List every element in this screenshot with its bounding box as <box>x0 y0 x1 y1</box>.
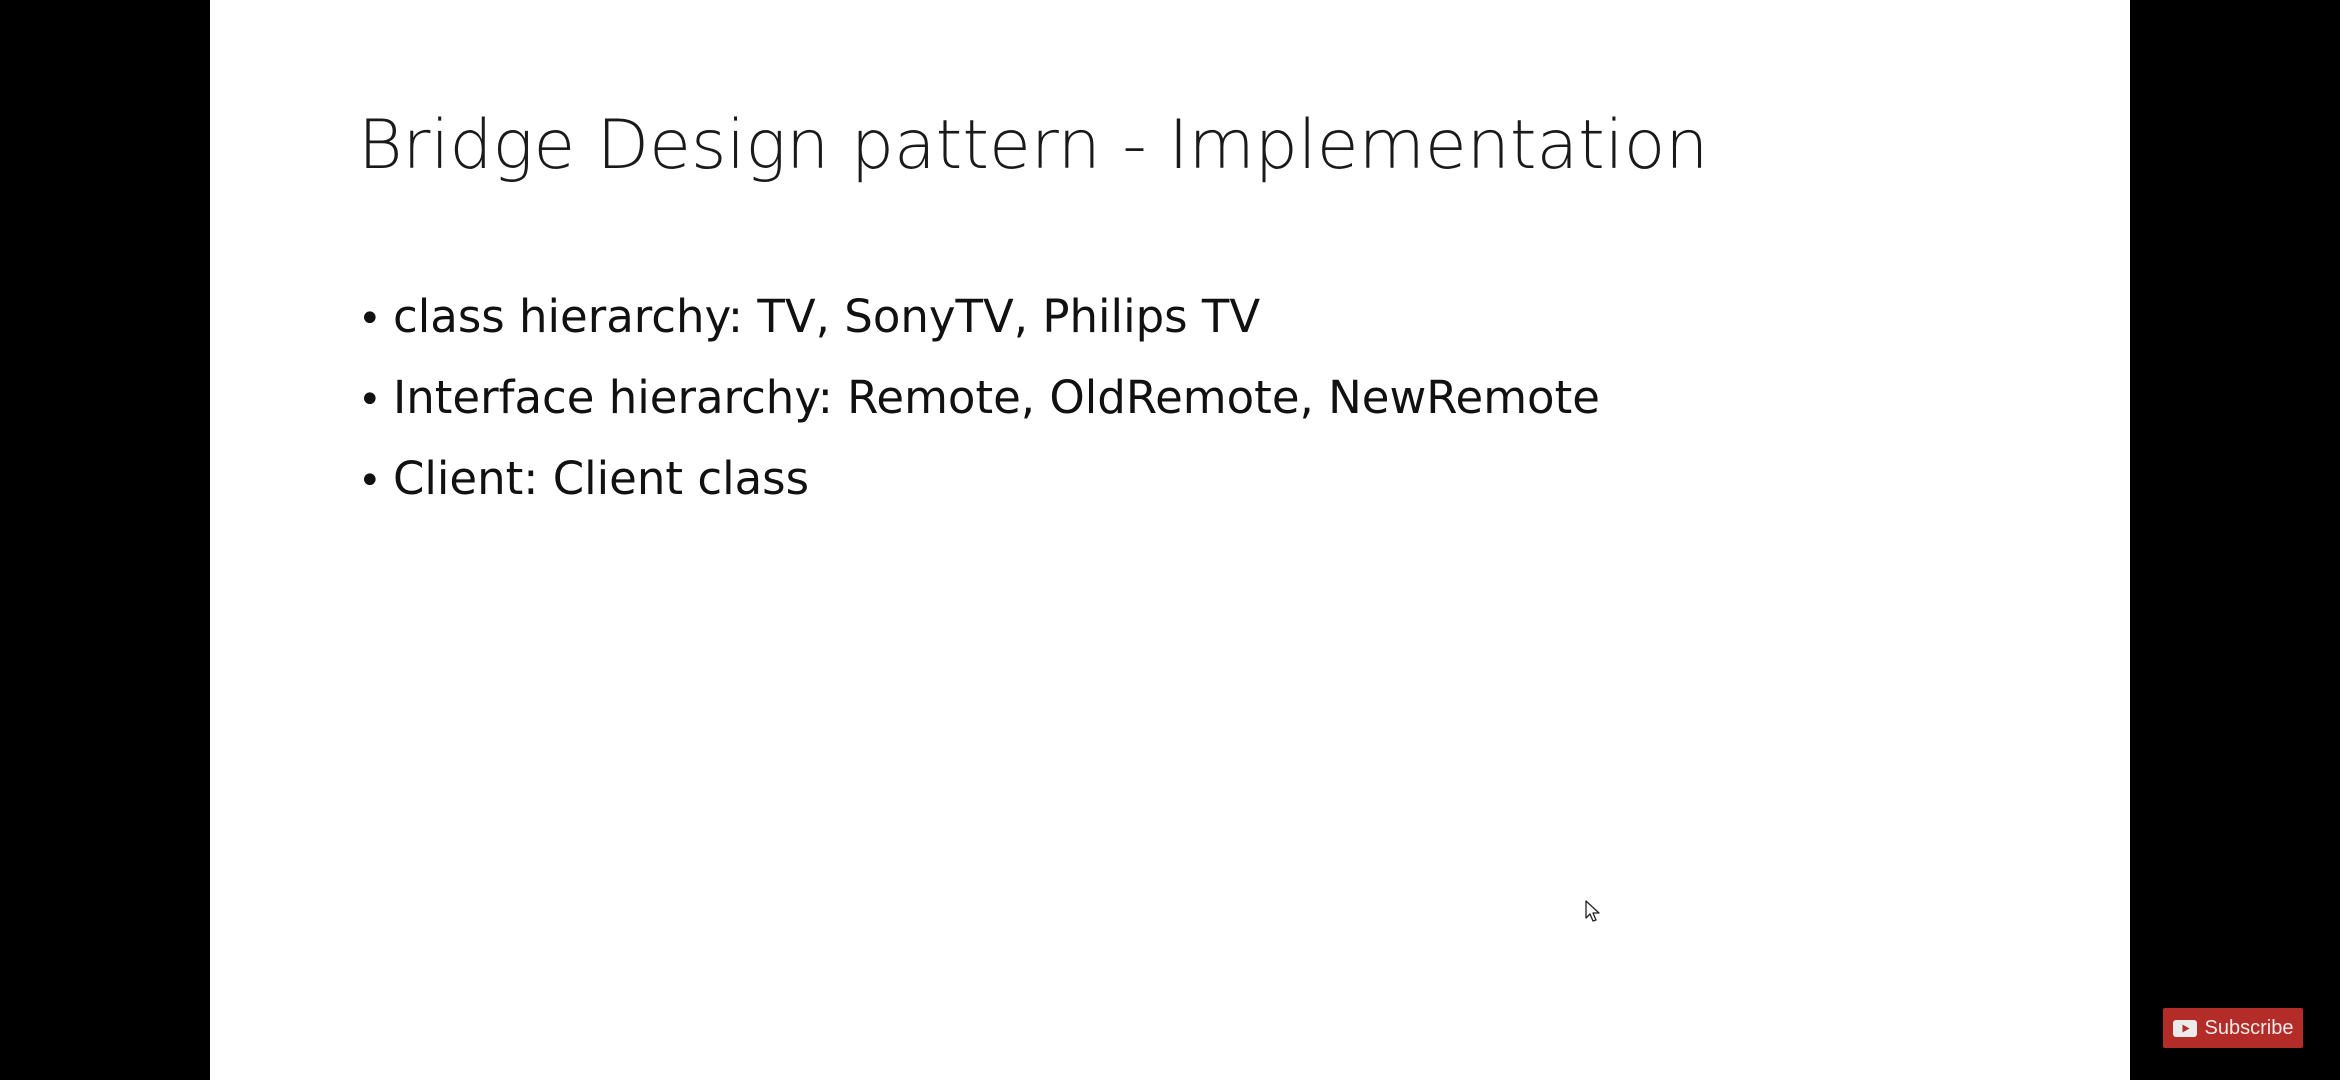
bullet-item: • class hierarchy: TV, SonyTV, Philips T… <box>358 290 1600 371</box>
bullet-text: Interface hierarchy: Remote, OldRemote, … <box>393 371 1600 424</box>
bullet-list: • class hierarchy: TV, SonyTV, Philips T… <box>358 290 1600 533</box>
bullet-marker: • <box>358 377 382 423</box>
subscribe-button[interactable]: Subscribe <box>2163 1008 2303 1048</box>
bullet-text: Client: Client class <box>393 452 810 505</box>
bullet-marker: • <box>358 458 382 504</box>
bullet-text: class hierarchy: TV, SonyTV, Philips TV <box>393 290 1261 343</box>
mouse-pointer-icon <box>1585 900 1600 922</box>
bullet-item: • Client: Client class <box>358 452 1600 533</box>
slide-title: Bridge Design pattern - Implementation <box>358 106 1709 185</box>
youtube-play-icon <box>2172 1019 2197 1037</box>
subscribe-label: Subscribe <box>2204 1016 2294 1039</box>
bullet-marker: • <box>358 296 382 342</box>
presentation-slide: Bridge Design pattern - Implementation •… <box>210 0 2130 1080</box>
bullet-item: • Interface hierarchy: Remote, OldRemote… <box>358 371 1600 452</box>
video-player[interactable]: Bridge Design pattern - Implementation •… <box>0 0 2340 1080</box>
